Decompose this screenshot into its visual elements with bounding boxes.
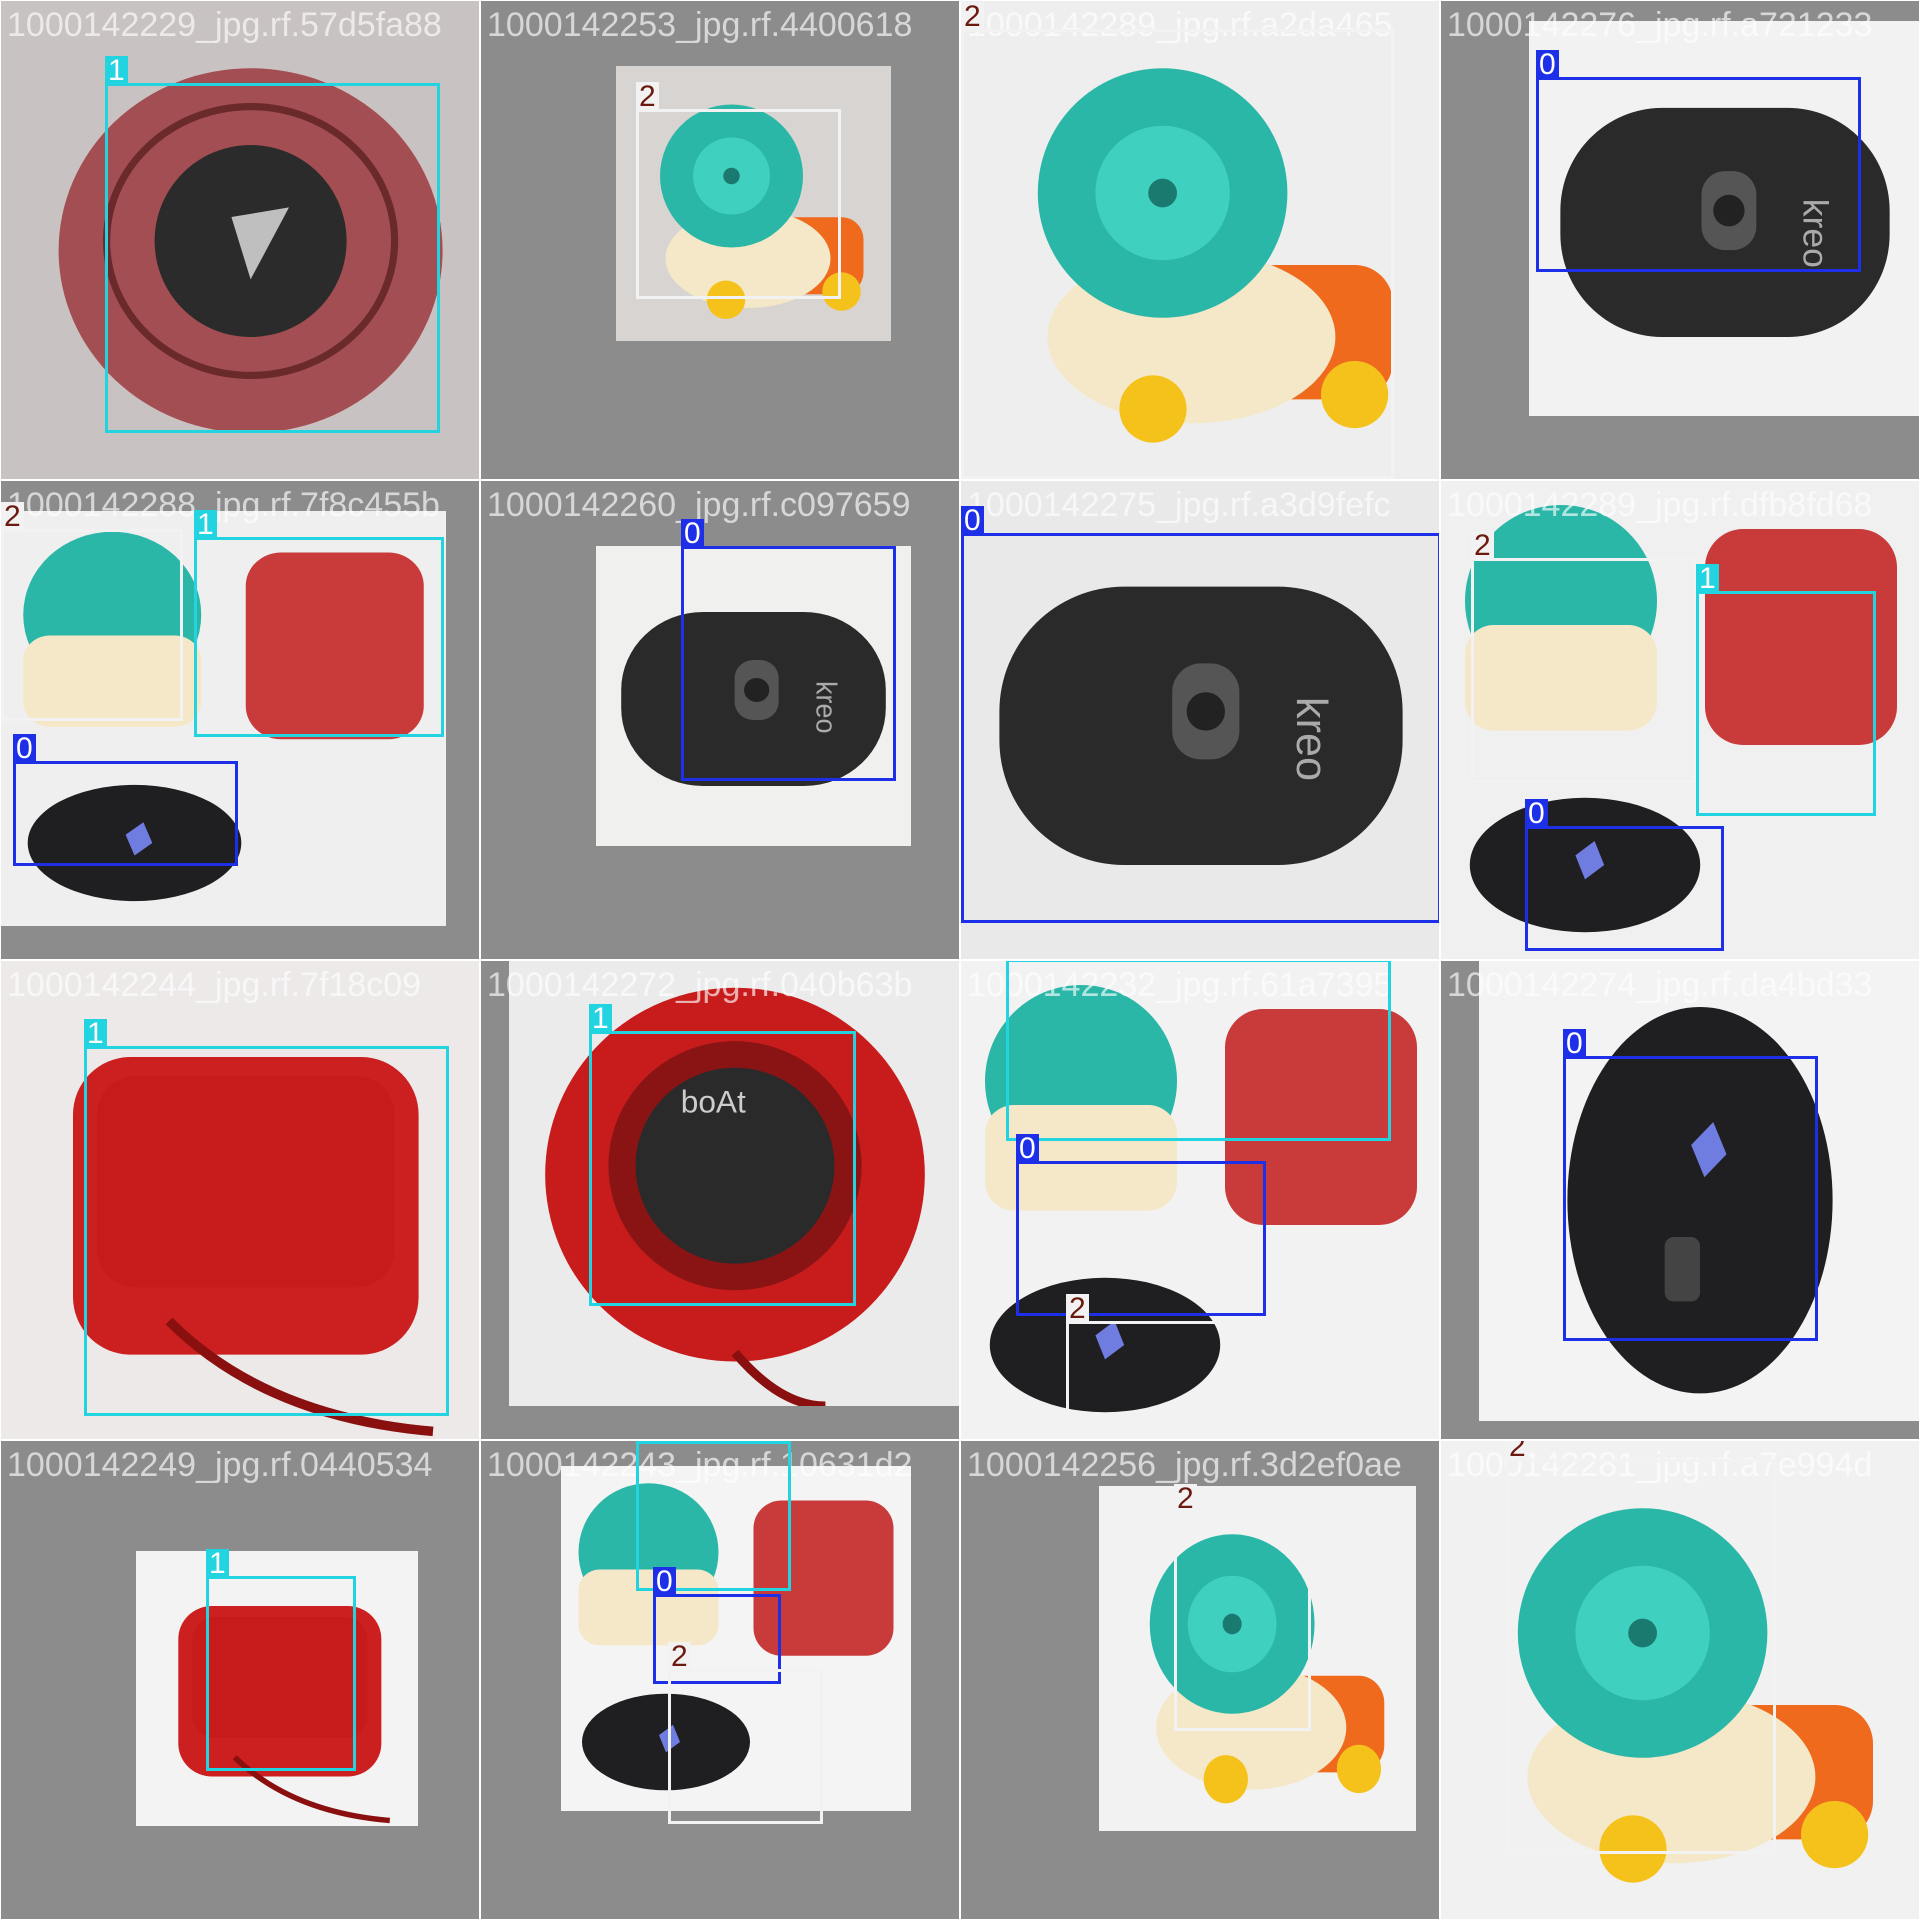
box-class-label: 1 (636, 1441, 659, 1444)
box-class-label: 2 (961, 2, 984, 32)
box-class-label: 0 (961, 506, 984, 536)
bounding-box-class-2: 2 (1066, 1294, 1361, 1439)
mosaic-tile: 1000142289_jpg.rf.a2da465 2 (960, 0, 1440, 480)
tile-filename: 1000142275_jpg.rf.a3d9fefc (967, 486, 1391, 524)
tile-filename: 1000142253_jpg.rf.4400618 (487, 6, 913, 44)
mosaic-tile: 1000142243_jpg.rf.10631d2102 (480, 1440, 960, 1920)
bounding-box-class-1: 1 (206, 1549, 356, 1771)
box-class-label: 1 (206, 1549, 229, 1579)
tile-filename: 1000142276_jpg.rf.a721233 (1447, 6, 1873, 44)
bounding-box-class-1: 1 (1696, 564, 1876, 816)
mosaic-tile: 1000142281_jpg.rf.a7e994d 2 (1440, 1440, 1920, 1920)
box-class-label: 0 (681, 519, 704, 549)
mosaic-tile: kreo 1000142275_jpg.rf.a3d9fefc 0 (960, 480, 1440, 960)
box-class-label: 0 (653, 1567, 676, 1597)
mosaic-tile: 1000142253_jpg.rf.4400618 2 (480, 0, 960, 480)
bounding-box-class-0: 0 (1016, 1134, 1266, 1316)
box-class-label: 1 (1696, 564, 1719, 594)
bounding-box-class-1: 1 (589, 1004, 856, 1306)
tile-filename: 1000142274_jpg.rf.da4bd33 (1447, 966, 1873, 1004)
box-class-label: 2 (636, 82, 659, 112)
box-class-label: 1 (1006, 961, 1029, 962)
bounding-box-class-0: 0 (681, 519, 896, 781)
bounding-box-class-2: 2 (636, 82, 841, 299)
bounding-box-class-1: 1 (194, 510, 444, 737)
box-class-label: 2 (1471, 531, 1494, 561)
box-class-label: 1 (105, 56, 128, 86)
box-class-label: 1 (84, 1019, 107, 1049)
mosaic-tile: 1000142229_jpg.rf.57d5fa88 1 (0, 0, 480, 480)
tile-filename: 1000142244_jpg.rf.7f18c09 (7, 966, 422, 1004)
tile-filename: 1000142288_jpg.rf.7f8c455b (7, 486, 440, 524)
tile-filename: 1000142256_jpg.rf.3d2ef0ae (967, 1446, 1402, 1484)
mosaic-tile: 1000142289_jpg.rf.dfb8fd68 2 1 0 (1440, 480, 1920, 960)
mosaic-tile: boAt 1000142272_jpg.rf.040b63b 1 (480, 960, 960, 1440)
bounding-box-class-0: 0 (1563, 1029, 1818, 1341)
mosaic-tile: 1000142244_jpg.rf.7f18c09 1 (0, 960, 480, 1440)
box-class-label: 2 (1506, 1441, 1529, 1462)
tile-filename: 1000142229_jpg.rf.57d5fa88 (7, 6, 442, 44)
mosaic-tile: 1000142256_jpg.rf.3d2ef0ae 2 (960, 1440, 1440, 1920)
tile-filename: 1000142249_jpg.rf.0440534 (7, 1446, 433, 1484)
box-class-label: 2 (1174, 1484, 1197, 1514)
box-class-label: 2 (1066, 1294, 1089, 1324)
mosaic-tile: 1000142232_jpg.rf.61a7395102 (960, 960, 1440, 1440)
box-class-label: 0 (13, 734, 36, 764)
bounding-box-class-2: 2 (1506, 1441, 1776, 1854)
mosaic-tile: 1000142288_jpg.rf.7f8c455b 2 1 0 (0, 480, 480, 960)
bounding-box-class-2: 2 (1174, 1484, 1311, 1731)
bounding-box-class-0: 0 (1525, 799, 1724, 951)
bounding-box-class-0: 0 (1536, 50, 1861, 272)
mosaic-grid: 1000142229_jpg.rf.57d5fa88 1 1000142253_jp… (0, 0, 1920, 1920)
bounding-box-class-2: 2 (1471, 531, 1696, 783)
box-class-label: 0 (1525, 799, 1548, 829)
mosaic-tile: kreo 1000142276_jpg.rf.a721233 0 (1440, 0, 1920, 480)
bounding-box-class-2: 2 (961, 2, 1394, 479)
mosaic-tile: 1000142249_jpg.rf.0440534 1 (0, 1440, 480, 1920)
bounding-box-class-2: 2 (1, 502, 183, 721)
box-class-label: 2 (668, 1642, 691, 1672)
bounding-box-class-1: 1 (105, 56, 440, 433)
tile-filename: 1000142272_jpg.rf.040b63b (487, 966, 913, 1004)
box-class-label: 1 (589, 1004, 612, 1034)
mosaic-tile: kreo 1000142260_jpg.rf.c097659 0 (480, 480, 960, 960)
box-class-label: 1 (194, 510, 217, 540)
bounding-box-class-1: 1 (1006, 961, 1391, 1141)
tile-filename: 1000142289_jpg.rf.dfb8fd68 (1447, 486, 1873, 524)
box-class-label: 0 (1536, 50, 1559, 80)
bounding-box-class-0: 0 (961, 506, 1439, 923)
box-class-label: 2 (1, 502, 24, 532)
bounding-box-class-2: 2 (668, 1642, 823, 1824)
bounding-box-class-0: 0 (13, 734, 238, 866)
box-class-label: 0 (1016, 1134, 1039, 1164)
box-class-label: 0 (1563, 1029, 1586, 1059)
bounding-box-class-1: 1 (84, 1019, 449, 1416)
mosaic-tile: 1000142274_jpg.rf.da4bd33 0 (1440, 960, 1920, 1440)
